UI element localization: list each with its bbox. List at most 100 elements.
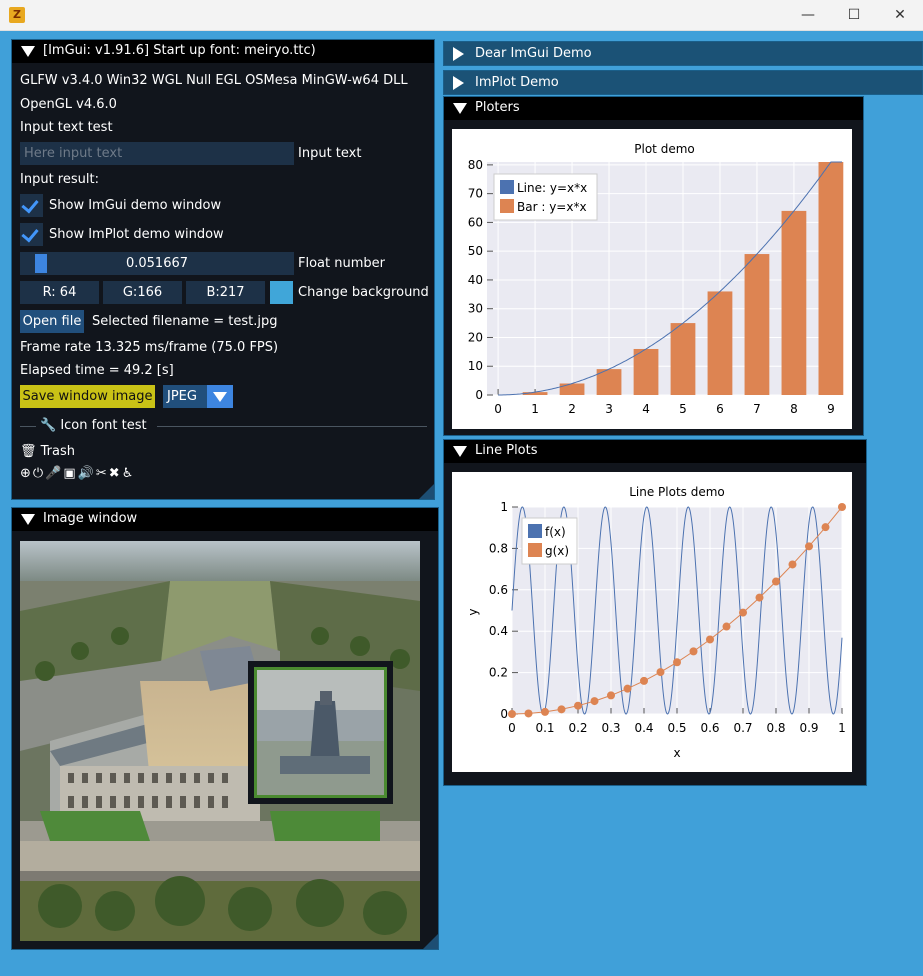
bar bbox=[670, 323, 696, 395]
x-tick-label: 0.8 bbox=[766, 721, 785, 735]
bar bbox=[707, 291, 733, 395]
icon-font-row: ⊕⏻🎤▣🔊✂✖♿ bbox=[20, 466, 135, 481]
slider-value: 0.051667 bbox=[125, 256, 189, 271]
float-slider[interactable]: 0.051667 bbox=[20, 252, 294, 275]
bar bbox=[781, 210, 807, 395]
input-text-field[interactable]: Here input text bbox=[20, 142, 294, 165]
x-tick-label: 0.3 bbox=[601, 721, 620, 735]
wrench-icon: 🔧 bbox=[40, 418, 57, 433]
minimize-button[interactable]: — bbox=[785, 0, 831, 30]
legend-swatch bbox=[500, 180, 514, 194]
color-swatch[interactable] bbox=[270, 281, 293, 304]
y-tick-label: 0.8 bbox=[489, 541, 508, 555]
legend-swatch bbox=[500, 199, 514, 213]
format-select[interactable]: JPEG bbox=[163, 385, 233, 408]
expand-arrow-icon[interactable] bbox=[453, 47, 464, 61]
close-window-button[interactable]: ✕ bbox=[877, 0, 923, 30]
data-point bbox=[821, 523, 830, 532]
x-tick-label: 0 bbox=[494, 402, 502, 416]
collapse-arrow-icon[interactable] bbox=[21, 514, 35, 525]
y-axis-label: y bbox=[466, 608, 480, 615]
line-plots-window-titlebar[interactable]: Line Plots bbox=[444, 440, 866, 463]
resize-grip[interactable] bbox=[423, 934, 438, 949]
line-plots-window: Line Plots Line Plots demo 0 0.1 0.2 0.3 0.4 0… bbox=[443, 439, 867, 786]
glfw-info: GLFW v3.4.0 Win32 WGL Null EGL OSMesa Mi… bbox=[20, 73, 408, 88]
data-point bbox=[706, 635, 714, 644]
power-icon: ⏻ bbox=[32, 466, 46, 481]
show-implot-demo-label: Show ImPlot demo window bbox=[49, 227, 224, 242]
x-tick-label: 8 bbox=[790, 402, 798, 416]
frame-rate: Frame rate 13.325 ms/frame (75.0 FPS) bbox=[20, 340, 279, 355]
line-plot[interactable]: Line Plots demo 0 0.1 0.2 0.3 0.4 0.5 0.6 0.7 0.8… bbox=[452, 472, 852, 772]
collapse-arrow-icon[interactable] bbox=[21, 46, 35, 57]
ploters-window-titlebar[interactable]: Ploters bbox=[444, 97, 863, 120]
x-tick-label: 0.7 bbox=[733, 721, 752, 735]
resize-grip[interactable] bbox=[419, 484, 434, 499]
main-window: [ImGui: v1.91.6] Start up font: meiryo.t… bbox=[11, 39, 435, 500]
format-dropdown-arrow[interactable] bbox=[207, 385, 233, 408]
bar bbox=[818, 162, 844, 395]
trash-icon: 🗑 bbox=[20, 444, 37, 459]
x-tick-label: 0.5 bbox=[667, 721, 686, 735]
collapse-arrow-icon[interactable] bbox=[453, 446, 467, 457]
data-point bbox=[755, 593, 764, 602]
chart-title: Plot demo bbox=[634, 142, 694, 156]
input-text-label: Input text test bbox=[20, 120, 113, 135]
expand-arrow-icon[interactable] bbox=[453, 76, 464, 90]
y-tick-label: 0 bbox=[475, 388, 483, 402]
show-imgui-demo-checkbox[interactable] bbox=[20, 194, 43, 217]
x-tick-label: 1 bbox=[838, 721, 846, 735]
x-tick-label: 6 bbox=[716, 402, 724, 416]
color-b-field[interactable]: B:217 bbox=[186, 281, 265, 304]
open-file-button[interactable]: Open file bbox=[20, 310, 84, 333]
color-g-field[interactable]: G:166 bbox=[103, 281, 182, 304]
y-tick-label: 60 bbox=[468, 215, 483, 229]
x-axis-label: x bbox=[673, 746, 680, 760]
x-tick-label: 1 bbox=[531, 402, 539, 416]
ploters-window: Ploters Plot demo 0 1 2 3 4 5 6 7 8 9 0 10 20 30 40 50 60… bbox=[443, 96, 864, 436]
main-window-titlebar[interactable]: [ImGui: v1.91.6] Start up font: meiryo.t… bbox=[12, 40, 434, 63]
bar-line-plot[interactable]: Plot demo 0 1 2 3 4 5 6 7 8 9 0 10 20 30 40 50 60 70 80 Line… bbox=[452, 129, 852, 429]
image-window-titlebar[interactable]: Image window bbox=[12, 508, 438, 531]
dear-imgui-demo-title: Dear ImGui Demo bbox=[475, 46, 592, 61]
line-plots-window-title: Line Plots bbox=[475, 443, 538, 458]
separator-right bbox=[157, 426, 427, 427]
x-tick-label: 9 bbox=[827, 402, 835, 416]
color-r-field[interactable]: R: 64 bbox=[20, 281, 99, 304]
opengl-info: OpenGL v4.6.0 bbox=[20, 97, 117, 112]
collapse-arrow-icon[interactable] bbox=[453, 103, 467, 114]
data-point bbox=[656, 668, 665, 677]
input-text-suffix: Input text bbox=[298, 146, 362, 161]
implot-demo-window[interactable]: ImPlot Demo bbox=[443, 70, 923, 95]
x-tick-label: 2 bbox=[568, 402, 576, 416]
photo-image bbox=[20, 541, 420, 941]
implot-demo-title: ImPlot Demo bbox=[475, 75, 559, 90]
data-point bbox=[722, 622, 731, 631]
y-tick-label: 10 bbox=[468, 359, 483, 373]
y-tick-label: 50 bbox=[468, 244, 483, 258]
y-tick-label: 1 bbox=[500, 500, 508, 514]
y-tick-label: 70 bbox=[468, 187, 483, 201]
y-tick-label: 40 bbox=[468, 273, 483, 287]
legend-label: Line: y=x*x bbox=[517, 181, 587, 195]
maximize-button[interactable]: ☐ bbox=[831, 0, 877, 30]
data-point bbox=[508, 710, 516, 718]
save-window-image-button[interactable]: Save window image bbox=[20, 385, 155, 408]
bar bbox=[633, 348, 659, 395]
show-implot-demo-checkbox[interactable] bbox=[20, 223, 43, 246]
separator-left bbox=[20, 426, 36, 427]
x-tick-label: 3 bbox=[605, 402, 613, 416]
data-point bbox=[640, 676, 648, 685]
data-point bbox=[557, 705, 566, 714]
data-point bbox=[541, 707, 549, 716]
y-tick-label: 0 bbox=[500, 707, 508, 721]
app-icon: Z bbox=[9, 7, 25, 23]
slider-label: Float number bbox=[298, 256, 385, 271]
color-b-value: B:217 bbox=[206, 285, 245, 300]
ploters-window-title: Ploters bbox=[475, 100, 520, 115]
legend-label: Bar : y=x*x bbox=[517, 200, 587, 214]
x-tick-label: 5 bbox=[679, 402, 687, 416]
dear-imgui-demo-window[interactable]: Dear ImGui Demo bbox=[443, 41, 923, 66]
data-point bbox=[788, 560, 797, 569]
legend-swatch bbox=[528, 543, 542, 557]
